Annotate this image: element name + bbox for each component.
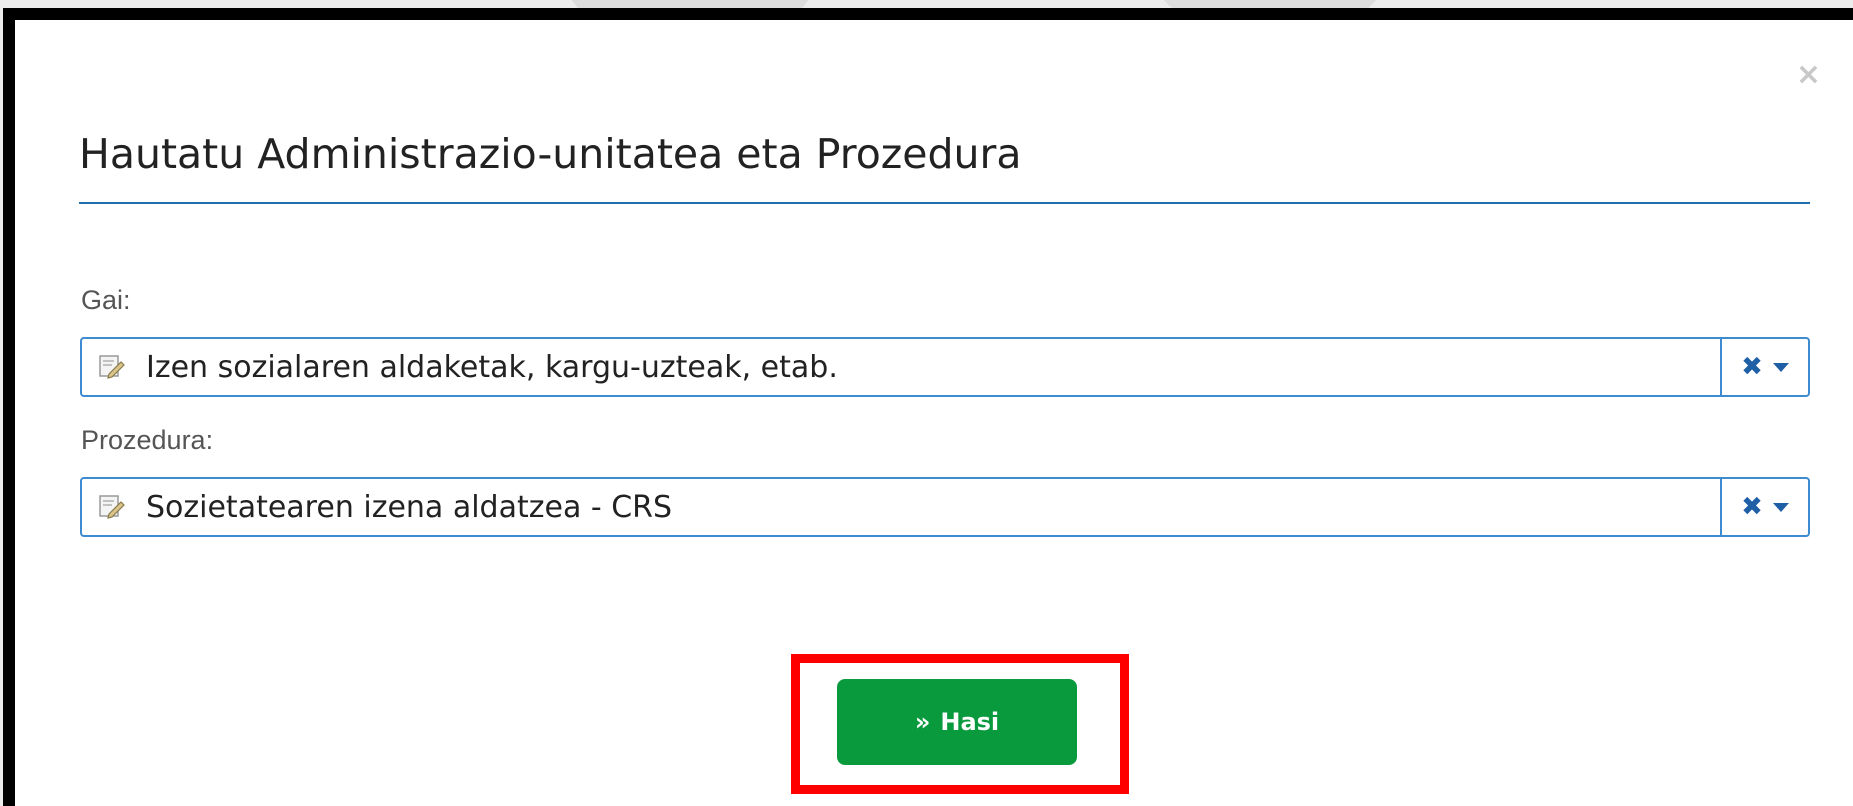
modal-dialog: × Hautatu Administrazio-unitatea eta Pro… — [3, 8, 1853, 806]
double-chevron-right-icon: » — [914, 708, 931, 736]
prozedura-select[interactable]: Sozietatearen izena aldatzea - CRS ✖ — [80, 477, 1810, 537]
document-edit-icon — [90, 339, 134, 395]
prozedura-label: Prozedura: — [81, 425, 214, 455]
gai-select[interactable]: Izen sozialaren aldaketak, kargu-uzteak,… — [80, 337, 1810, 397]
modal-title: Hautatu Administrazio-unitatea eta Proze… — [79, 130, 1022, 178]
start-button-label: Hasi — [940, 708, 1000, 736]
clear-icon[interactable]: ✖ — [1741, 492, 1763, 522]
document-edit-icon — [90, 479, 134, 535]
chevron-down-icon[interactable] — [1772, 502, 1789, 512]
chevron-down-icon[interactable] — [1772, 362, 1789, 372]
screen: × Hautatu Administrazio-unitatea eta Pro… — [0, 0, 1853, 806]
prozedura-selected-value: Sozietatearen izena aldatzea - CRS — [146, 489, 673, 525]
clear-icon[interactable]: ✖ — [1741, 352, 1763, 382]
start-button[interactable]: » Hasi — [837, 679, 1077, 765]
title-divider — [79, 202, 1810, 204]
prozedura-select-actions: ✖ — [1720, 479, 1808, 535]
close-icon[interactable]: × — [1796, 60, 1821, 90]
gai-label: Gai: — [81, 285, 131, 315]
gai-select-actions: ✖ — [1720, 339, 1808, 395]
gai-selected-value: Izen sozialaren aldaketak, kargu-uzteak,… — [146, 349, 838, 385]
